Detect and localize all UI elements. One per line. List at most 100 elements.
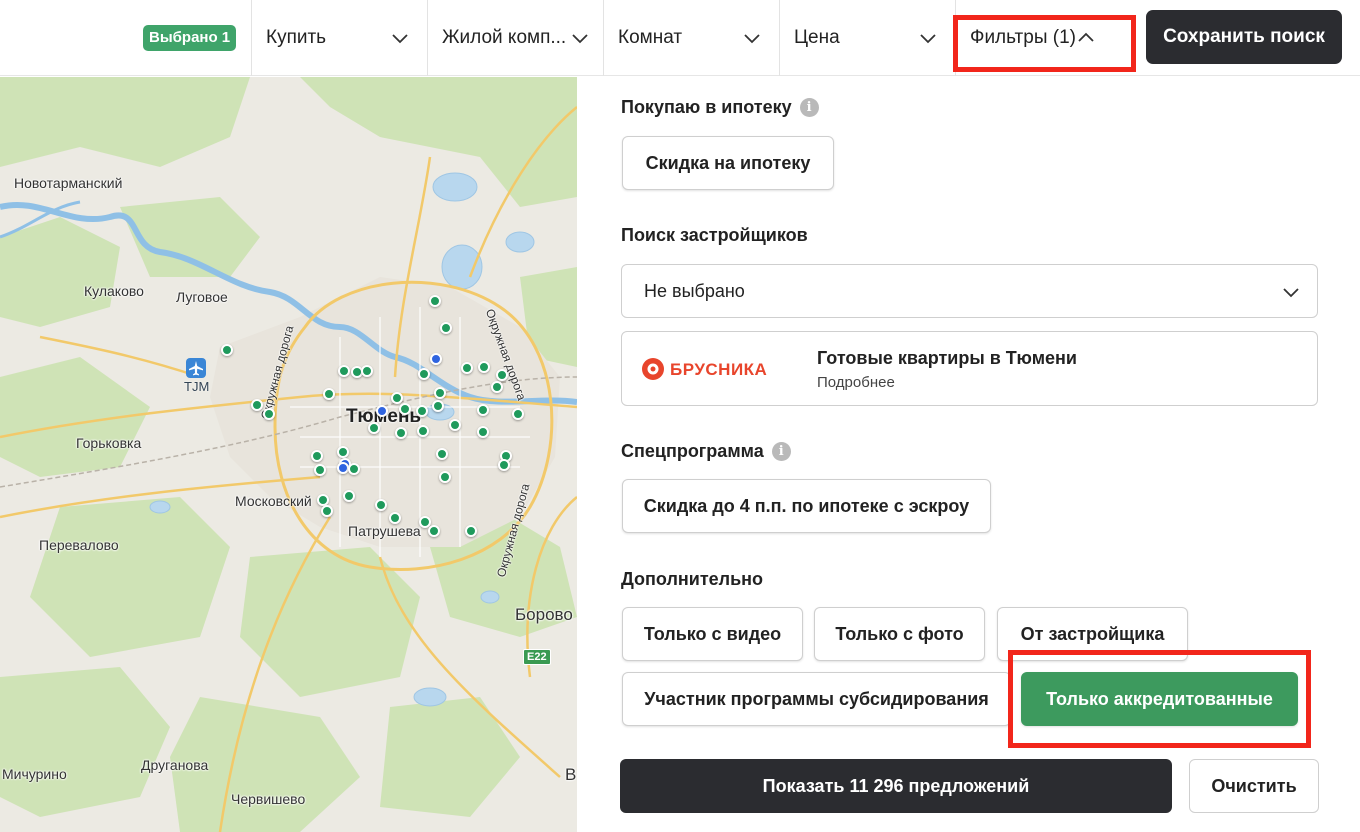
filter-deal-type-label: Купить xyxy=(266,27,327,48)
chevron-up-icon xyxy=(1076,28,1096,48)
special-program-title-text: Спецпрограмма xyxy=(621,441,764,461)
filters-toggle[interactable]: Фильтры (1) xyxy=(955,0,1132,76)
map-pin[interactable] xyxy=(429,295,441,307)
only-accredited-chip[interactable]: Только аккредитованные xyxy=(1021,672,1298,726)
filter-complex-select[interactable]: Жилой комп... xyxy=(427,0,604,76)
show-offers-button[interactable]: Показать 11 296 предложений xyxy=(620,759,1172,813)
map-pin[interactable] xyxy=(338,365,350,377)
info-icon[interactable]: i xyxy=(799,98,819,117)
map-pin[interactable] xyxy=(449,419,461,431)
map-pin[interactable] xyxy=(337,446,349,458)
filter-price-select[interactable]: Цена xyxy=(779,0,956,76)
map-pin[interactable] xyxy=(439,471,451,483)
special-program-section-title: Спецпрограмма i xyxy=(621,441,791,462)
filter-price-label: Цена xyxy=(794,27,840,48)
map-place-label: Горьковка xyxy=(76,435,142,451)
map-pin[interactable] xyxy=(417,425,429,437)
map-pin[interactable] xyxy=(430,353,442,365)
map-pin[interactable] xyxy=(361,365,373,377)
map-pin[interactable] xyxy=(323,388,335,400)
map-place-label: Патрушева xyxy=(348,523,421,539)
chevron-down-icon xyxy=(1281,282,1301,302)
info-icon[interactable]: i xyxy=(771,442,791,461)
map-pin[interactable] xyxy=(399,403,411,415)
map-place-label: Червишево xyxy=(231,791,306,807)
chevron-down-icon xyxy=(570,28,590,48)
map-pin[interactable] xyxy=(251,399,263,411)
map-pin[interactable] xyxy=(434,387,446,399)
map-pin[interactable] xyxy=(428,525,440,537)
only-photo-chip[interactable]: Только с фото xyxy=(814,607,985,661)
chevron-down-icon xyxy=(742,28,762,48)
map-pin[interactable] xyxy=(498,459,510,471)
filter-deal-type-select[interactable]: Купить xyxy=(251,0,428,76)
map-pin[interactable] xyxy=(477,426,489,438)
map-pin[interactable] xyxy=(418,368,430,380)
map-place-label: Луговое xyxy=(176,289,228,305)
developer-select-value: Не выбрано xyxy=(644,280,745,301)
map-place-label: Кулаково xyxy=(84,283,144,299)
map-view[interactable]: Новотарманский Кулаково Луговое Горьковк… xyxy=(0,77,577,832)
map-pin[interactable] xyxy=(263,408,275,420)
filters-toggle-label: Фильтры (1) xyxy=(970,27,1076,48)
map-pin[interactable] xyxy=(311,450,323,462)
brusnika-logo: БРУСНИКА xyxy=(640,355,800,383)
developers-section-title: Поиск застройщиков xyxy=(621,225,808,245)
map-pin[interactable] xyxy=(221,344,233,356)
map-pin[interactable] xyxy=(389,512,401,524)
map-place-label: Новотарманский xyxy=(14,175,123,191)
map-pin[interactable] xyxy=(491,381,503,393)
chevron-down-icon xyxy=(390,28,410,48)
airplane-icon xyxy=(186,358,206,378)
promo-title: Готовые квартиры в Тюмени xyxy=(817,348,1077,368)
subsidy-program-chip[interactable]: Участник программы субсидирования xyxy=(622,672,1011,726)
airport-code-label: TJM xyxy=(184,379,210,394)
filters-panel: Покупаю в ипотеку i Скидка на ипотеку По… xyxy=(577,77,1360,832)
filter-complex-label: Жилой комп... xyxy=(442,27,567,48)
map-pin[interactable] xyxy=(348,463,360,475)
only-video-chip[interactable]: Только с видео xyxy=(622,607,803,661)
map-pin[interactable] xyxy=(391,392,403,404)
developer-promo-card[interactable]: БРУСНИКА Готовые квартиры в Тюмени Подро… xyxy=(621,331,1318,406)
escrow-discount-chip[interactable]: Скидка до 4 п.п. по ипотеке с эскроу xyxy=(622,479,991,533)
map-place-label: Перевалово xyxy=(39,537,119,553)
map-pin[interactable] xyxy=(512,408,524,420)
mortgage-discount-chip[interactable]: Скидка на ипотеку xyxy=(622,136,834,190)
highway-badge: E22 xyxy=(523,649,551,665)
map-place-label: Друганова xyxy=(141,757,209,773)
map-pin[interactable] xyxy=(343,490,355,502)
filter-rooms-select[interactable]: Комнат xyxy=(603,0,780,76)
map-place-label: В xyxy=(565,765,577,784)
map-pin[interactable] xyxy=(440,322,452,334)
map-pin[interactable] xyxy=(461,362,473,374)
extra-section-title: Дополнительно xyxy=(621,569,764,589)
map-pin[interactable] xyxy=(436,448,448,460)
map-pin[interactable] xyxy=(465,525,477,537)
map-pin[interactable] xyxy=(395,427,407,439)
mortgage-title-text: Покупаю в ипотеку xyxy=(621,97,792,117)
map-pin[interactable] xyxy=(416,405,428,417)
clear-filters-button[interactable]: Очистить xyxy=(1189,759,1319,813)
save-search-button[interactable]: Сохранить поиск xyxy=(1146,10,1342,64)
chevron-down-icon xyxy=(918,28,938,48)
map-pin[interactable] xyxy=(477,404,489,416)
map-pin[interactable] xyxy=(368,422,380,434)
top-filter-bar: Выбрано 1 Купить Жилой комп... Комнат Це… xyxy=(0,0,1360,76)
map-pin[interactable] xyxy=(314,464,326,476)
brusnika-logo-text: БРУСНИКА xyxy=(670,360,767,379)
map-pin[interactable] xyxy=(432,400,444,412)
map-place-label: Борово xyxy=(515,605,573,624)
mortgage-section-title: Покупаю в ипотеку i xyxy=(621,97,819,118)
filter-rooms-label: Комнат xyxy=(618,27,683,48)
promo-more-link[interactable]: Подробнее xyxy=(817,374,895,391)
map-place-label: Московский xyxy=(235,493,312,509)
map-pin[interactable] xyxy=(375,499,387,511)
map-pin[interactable] xyxy=(496,369,508,381)
selected-count-badge: Выбрано 1 xyxy=(143,25,237,51)
map-pin[interactable] xyxy=(376,405,388,417)
map-pin[interactable] xyxy=(321,505,333,517)
developer-select[interactable]: Не выбрано xyxy=(621,264,1318,318)
from-developer-chip[interactable]: От застройщика xyxy=(997,607,1188,661)
map-place-label: Мичурино xyxy=(2,766,67,782)
map-pin[interactable] xyxy=(478,361,490,373)
